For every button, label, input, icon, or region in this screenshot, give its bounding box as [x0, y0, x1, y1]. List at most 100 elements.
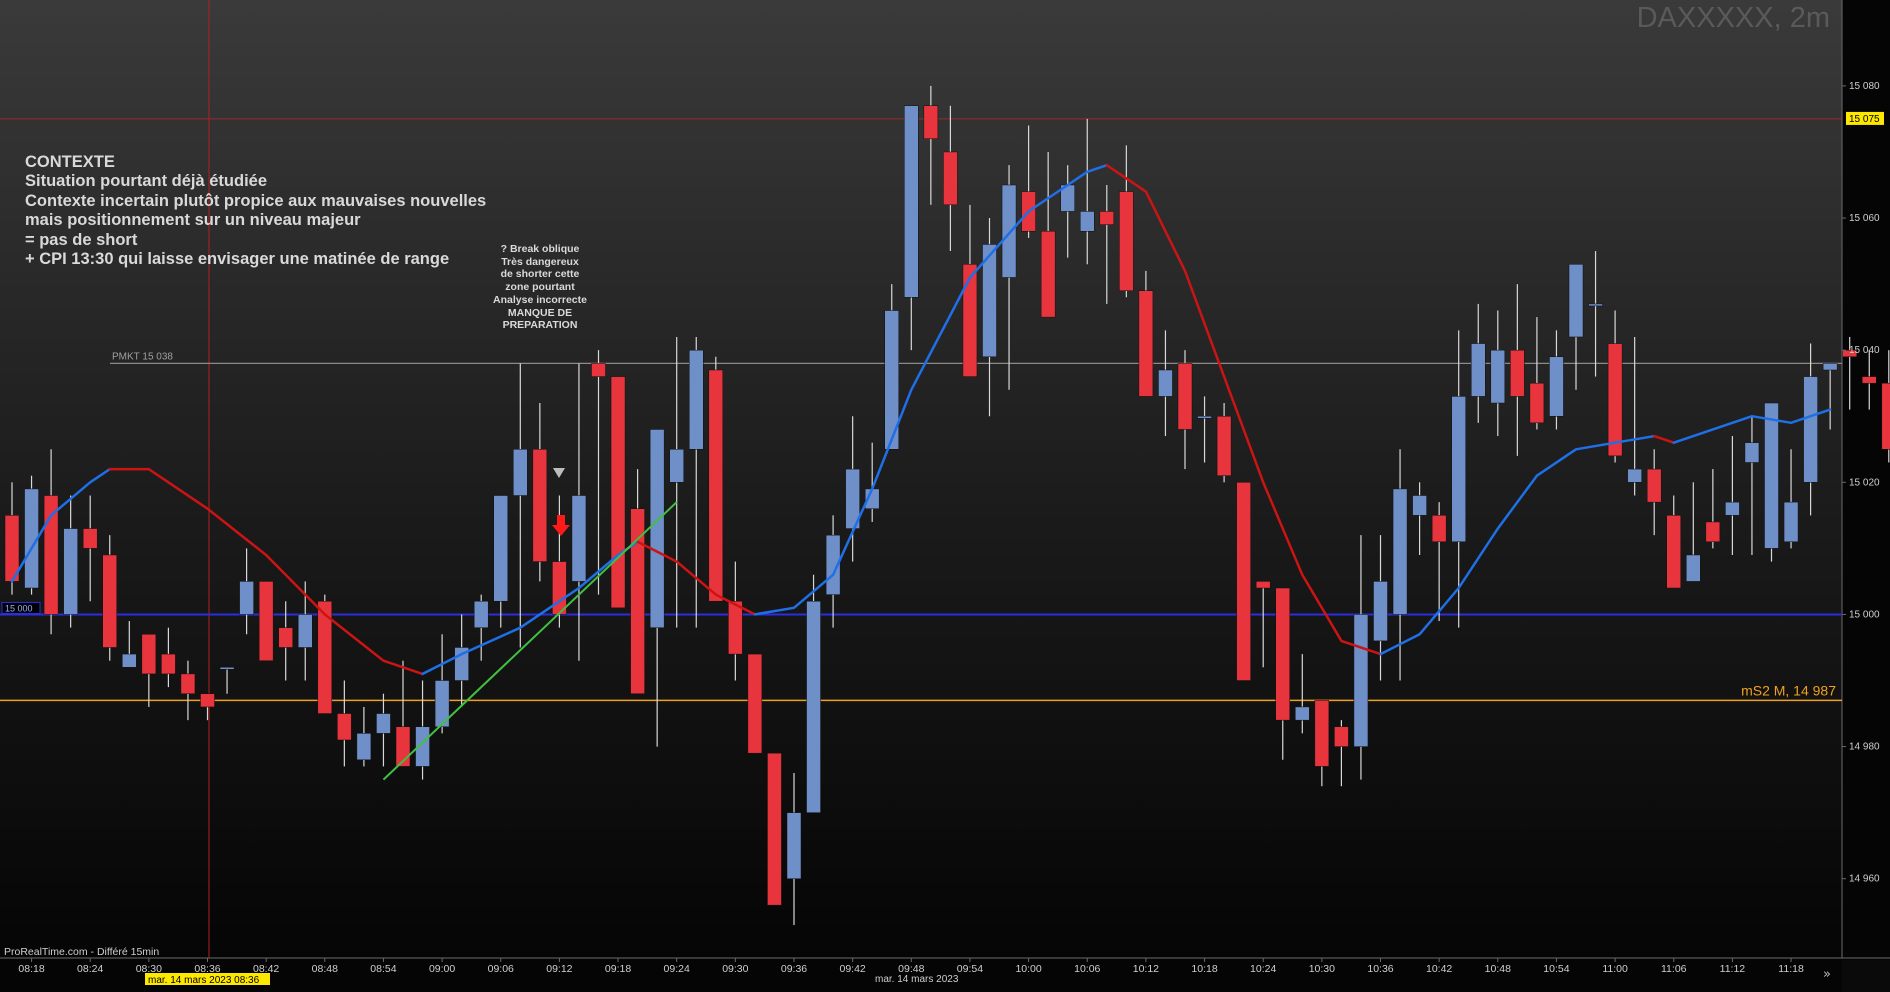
bear-candle: [1705, 521, 1721, 543]
bull-candle: [1412, 495, 1427, 516]
chart-root: 15 075 PMKT 15 038 15 000 mS2 M, 14 987 15 …: [0, 0, 1890, 992]
bear-candle: [943, 151, 958, 206]
bear-candle: [43, 495, 59, 615]
bear-candle: [1275, 587, 1290, 721]
bull-candle: [1588, 303, 1603, 307]
bear-candle: [923, 105, 939, 139]
y-tick-label: 15 000: [1849, 609, 1880, 620]
bear-candle: [1334, 726, 1349, 747]
bear-candle: [1216, 415, 1232, 476]
x-tick-label: 10:54: [1543, 963, 1569, 975]
y-tick-label: 14 980: [1849, 742, 1880, 753]
x-tick-label: 09:12: [546, 963, 572, 975]
x-tick-label: 09:30: [722, 963, 748, 975]
y-tick-label: 15 060: [1849, 213, 1880, 224]
bear-candle: [1119, 191, 1134, 291]
bear-candle: [337, 713, 352, 741]
bull-candle: [1080, 211, 1095, 232]
bear-candle: [728, 600, 743, 655]
bull-candle: [1744, 442, 1760, 463]
x-tick-label: 10:12: [1133, 963, 1159, 975]
break-annotation: ? Break oblique Très dangereux de shorter …: [480, 243, 600, 332]
break-line: MANQUE DE: [507, 306, 573, 319]
bear-candle: [1314, 700, 1330, 767]
x-tick-label: 09:06: [488, 963, 514, 975]
x-tick-label: 08:18: [18, 963, 44, 975]
bear-candle: [1510, 349, 1525, 397]
x-tick-label: 10:06: [1074, 963, 1100, 975]
chart-title: DAXXXXX, 2m: [1636, 2, 1830, 34]
bear-candle: [1666, 515, 1681, 589]
bull-candle: [513, 449, 528, 496]
bear-candle: [1138, 290, 1154, 397]
bear-candle: [552, 561, 567, 615]
bull-candle: [904, 105, 919, 298]
bear-candle: [1255, 581, 1271, 589]
bull-candle: [473, 600, 489, 628]
x-tick-label: 09:42: [840, 963, 866, 975]
bear-candle: [1646, 468, 1662, 503]
bull-candle: [1627, 468, 1642, 483]
context-line: Situation pourtant déjà étudiée: [25, 172, 268, 191]
bull-candle: [376, 713, 391, 734]
bear-candle: [1177, 363, 1193, 430]
bull-candle: [806, 600, 821, 813]
bull-candle: [239, 581, 254, 615]
x-tick-label: 10:24: [1250, 963, 1276, 975]
context-line: Contexte incertain plutôt propice aux ma…: [25, 191, 487, 210]
x-tick-label: 11:00: [1602, 963, 1628, 975]
price-tag: 15 075: [1849, 114, 1880, 125]
bear-candle: [1040, 230, 1056, 318]
level-tag: 15 000: [5, 603, 33, 613]
bull-candle: [571, 495, 587, 582]
level-label: PMKT 15 038: [112, 351, 173, 362]
bull-candle: [1373, 581, 1388, 642]
context-line: = pas de short: [25, 230, 138, 249]
x-tick-label: 08:48: [312, 963, 338, 975]
bear-candle: [1862, 376, 1877, 384]
break-line: ? Break oblique: [500, 243, 580, 255]
x-tick-label: 09:00: [429, 963, 455, 975]
bear-candle: [767, 752, 782, 906]
bear-candle: [532, 449, 548, 562]
bear-candle: [610, 376, 626, 609]
svg-text:»: »: [1823, 967, 1831, 982]
bull-candle: [63, 528, 78, 615]
bear-candle: [1099, 211, 1115, 225]
bull-candle: [493, 495, 508, 602]
bull-candle: [1725, 501, 1740, 516]
bull-candle: [1568, 264, 1584, 338]
bear-candle: [180, 673, 196, 694]
bull-candle: [1822, 363, 1838, 371]
bull-candle: [356, 733, 372, 761]
bear-candle: [962, 264, 978, 377]
break-line: de shorter cette: [500, 268, 580, 281]
break-line: Très dangereux: [501, 255, 579, 268]
bear-candle: [161, 653, 176, 675]
bull-candle: [786, 812, 802, 879]
bear-candle: [630, 508, 645, 694]
break-line: zone pourtant: [505, 281, 575, 294]
break-line: PREPARATION: [502, 319, 578, 332]
bull-candle: [1549, 356, 1564, 417]
x-tick-label: 09:36: [781, 963, 807, 975]
y-tick-label: 14 960: [1849, 874, 1880, 885]
context-line: mais positionnement sur un niveau majeur: [25, 211, 361, 230]
x-tick-label: 08:54: [370, 963, 396, 975]
candlestick-chart: 15 075 PMKT 15 038 15 000 mS2 M, 14 987 15 …: [0, 0, 1890, 992]
bull-candle: [122, 653, 137, 668]
bull-candle: [649, 429, 665, 628]
break-line: Analyse incorrecte: [493, 293, 587, 306]
x-tick-label: 09:24: [664, 963, 690, 975]
x-tick-label: 09:18: [605, 963, 631, 975]
context-annotation: CONTEXTE Situation pourtant déjà étudiée C…: [25, 153, 486, 269]
x-tick-label: 08:24: [77, 963, 103, 975]
source-label: ProRealTime.com - Différé 15min: [4, 946, 160, 958]
x-tick-label: 10:48: [1485, 963, 1511, 975]
x-tick-label: 10:30: [1309, 963, 1335, 975]
bull-candle: [219, 667, 235, 670]
x-tick-label: 10:18: [1191, 963, 1217, 975]
x-tick-label: 11:12: [1720, 963, 1746, 975]
level-label: mS2 M, 14 987: [1741, 682, 1836, 698]
bull-candle: [1783, 501, 1799, 543]
